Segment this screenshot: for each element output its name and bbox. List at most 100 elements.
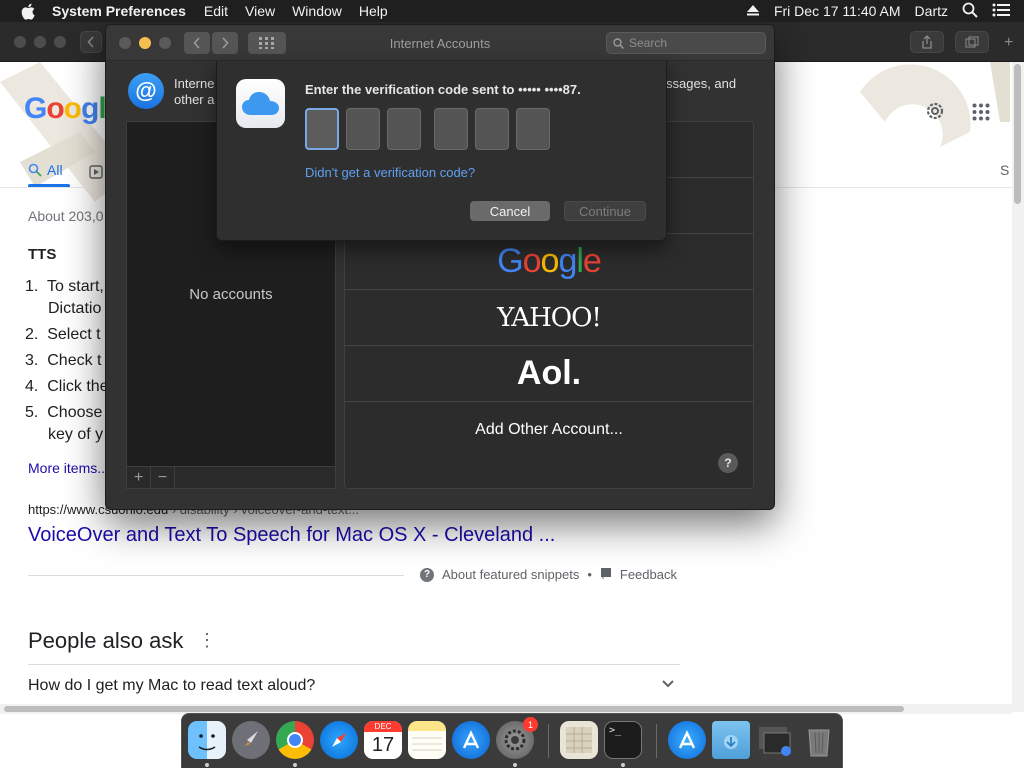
safari-icon[interactable] [320, 721, 358, 759]
menu-window[interactable]: Window [292, 3, 342, 19]
snippet-list-item: 3. Check t [25, 352, 102, 369]
scroll-thumb[interactable] [1014, 64, 1021, 204]
snippet-list-item: 1. To start, [25, 278, 104, 295]
running-indicator [621, 763, 625, 767]
feedback-flag-icon [600, 567, 612, 582]
verification-sheet: Enter the verification code sent to ••••… [216, 61, 667, 241]
resend-code-link[interactable]: Didn't get a verification code? [305, 165, 475, 180]
snippet-list-item-cont: Dictatio [48, 300, 102, 317]
tab-all[interactable]: All [28, 162, 63, 178]
vertical-scrollbar[interactable] [1012, 62, 1024, 712]
search-icon [613, 37, 624, 49]
notification-center-icon[interactable] [992, 3, 1010, 20]
dock-separator [548, 724, 549, 758]
code-digit-input[interactable] [305, 108, 339, 150]
bullet-separator: • [587, 567, 592, 582]
menu-help[interactable]: Help [359, 3, 388, 19]
browser-minimize-button[interactable] [34, 36, 46, 48]
notification-badge: 1 [523, 717, 538, 732]
snippet-heading: TTS [28, 246, 57, 263]
people-also-ask-title: People also ask [28, 628, 184, 653]
result-title-link[interactable]: VoiceOver and Text To Speech for Mac OS … [28, 524, 555, 547]
terminal-prompt: >_ [609, 725, 622, 736]
browser-zoom-button[interactable] [54, 36, 66, 48]
add-account-button[interactable]: + [127, 467, 151, 488]
verification-prompt: Enter the verification code sent to ••••… [305, 82, 581, 97]
tab-all-label: All [47, 162, 63, 178]
search-input[interactable] [629, 36, 749, 50]
more-options-icon[interactable]: ⋮ [198, 630, 216, 651]
tools-tab-cut[interactable]: S [1000, 162, 1009, 178]
provider-yahoo[interactable]: YAHOO! [345, 290, 753, 346]
help-circle-icon: ? [420, 567, 434, 582]
menubar-clock[interactable]: Fri Dec 17 11:40 AM [774, 3, 901, 19]
window-titlebar: Internet Accounts [106, 25, 774, 61]
snippet-footer: ? About featured snippets • Feedback [420, 567, 677, 582]
code-digit-input[interactable] [516, 108, 550, 150]
running-indicator [205, 763, 209, 767]
code-digit-input[interactable] [387, 108, 421, 150]
dock: DEC 17 1 >_ [181, 713, 843, 768]
google-logo[interactable]: Googl [24, 92, 107, 126]
browser-close-button[interactable] [14, 36, 26, 48]
trash-icon[interactable] [800, 721, 838, 759]
add-other-account[interactable]: Add Other Account... [345, 402, 753, 458]
app-store-icon[interactable] [452, 721, 490, 759]
running-indicator [293, 763, 297, 767]
new-tab-icon[interactable]: + [1004, 34, 1013, 52]
chevron-down-icon[interactable] [660, 676, 676, 697]
remove-account-button[interactable]: − [151, 467, 175, 488]
calendar-day: 17 [371, 734, 395, 756]
cancel-button[interactable]: Cancel [470, 201, 550, 221]
calendar-icon[interactable]: DEC 17 [364, 721, 402, 759]
provider-aol[interactable]: Aol. [345, 346, 753, 402]
eject-icon[interactable] [746, 3, 760, 19]
code-digit-input[interactable] [434, 108, 468, 150]
browser-back-button[interactable] [80, 31, 102, 53]
video-tab-icon[interactable] [89, 165, 103, 184]
chrome-icon[interactable] [276, 721, 314, 759]
pane-description-tail: ssages, and [666, 76, 737, 91]
share-icon[interactable] [910, 31, 944, 53]
downloads-folder-icon[interactable] [712, 721, 750, 759]
about-snippets-link[interactable]: About featured snippets [442, 567, 579, 582]
list-controls: + − [126, 467, 336, 489]
scroll-thumb[interactable] [4, 706, 904, 712]
archive-utility-icon[interactable] [560, 721, 598, 759]
apps-grid-icon[interactable] [972, 103, 990, 126]
system-preferences-icon[interactable]: 1 [496, 717, 538, 759]
spotlight-icon[interactable] [962, 2, 978, 21]
settings-gear-icon[interactable] [924, 100, 946, 127]
launchpad-icon[interactable] [232, 721, 270, 759]
paa-question[interactable]: How do I get my Mac to read text aloud? [28, 677, 315, 695]
applications-folder-icon[interactable] [668, 721, 706, 759]
snippet-list-item: 2. Select t [25, 326, 101, 343]
menu-app-name[interactable]: System Preferences [52, 3, 186, 19]
apple-menu-icon[interactable] [18, 0, 38, 22]
search-icon [28, 163, 42, 177]
menubar-user[interactable]: Dartz [915, 3, 948, 19]
tabs-overview-icon[interactable] [955, 31, 989, 53]
menu-view[interactable]: View [245, 3, 275, 19]
snippet-list-item: 4. Click the [25, 378, 109, 395]
feedback-link[interactable]: Feedback [620, 567, 677, 582]
snippet-list-item: 5. Choose [25, 404, 103, 421]
provider-google[interactable]: Google [345, 234, 753, 290]
no-accounts-label: No accounts [189, 286, 273, 303]
snippet-divider [28, 575, 404, 576]
code-digit-input[interactable] [475, 108, 509, 150]
continue-button[interactable]: Continue [564, 201, 646, 221]
notes-icon[interactable] [408, 721, 446, 759]
menu-edit[interactable]: Edit [204, 3, 228, 19]
more-items-link[interactable]: More items... [28, 460, 109, 476]
help-button[interactable]: ? [718, 453, 738, 473]
search-field[interactable] [606, 32, 766, 54]
calendar-month: DEC [364, 721, 402, 732]
terminal-icon[interactable]: >_ [604, 721, 642, 759]
code-digit-input[interactable] [346, 108, 380, 150]
desktop-stack-icon[interactable] [756, 721, 794, 759]
finder-icon[interactable] [188, 721, 226, 759]
menu-bar: System Preferences Edit View Window Help… [0, 0, 1024, 22]
result-stats: About 203,0 [28, 208, 104, 224]
internet-accounts-icon: @ [128, 73, 164, 109]
